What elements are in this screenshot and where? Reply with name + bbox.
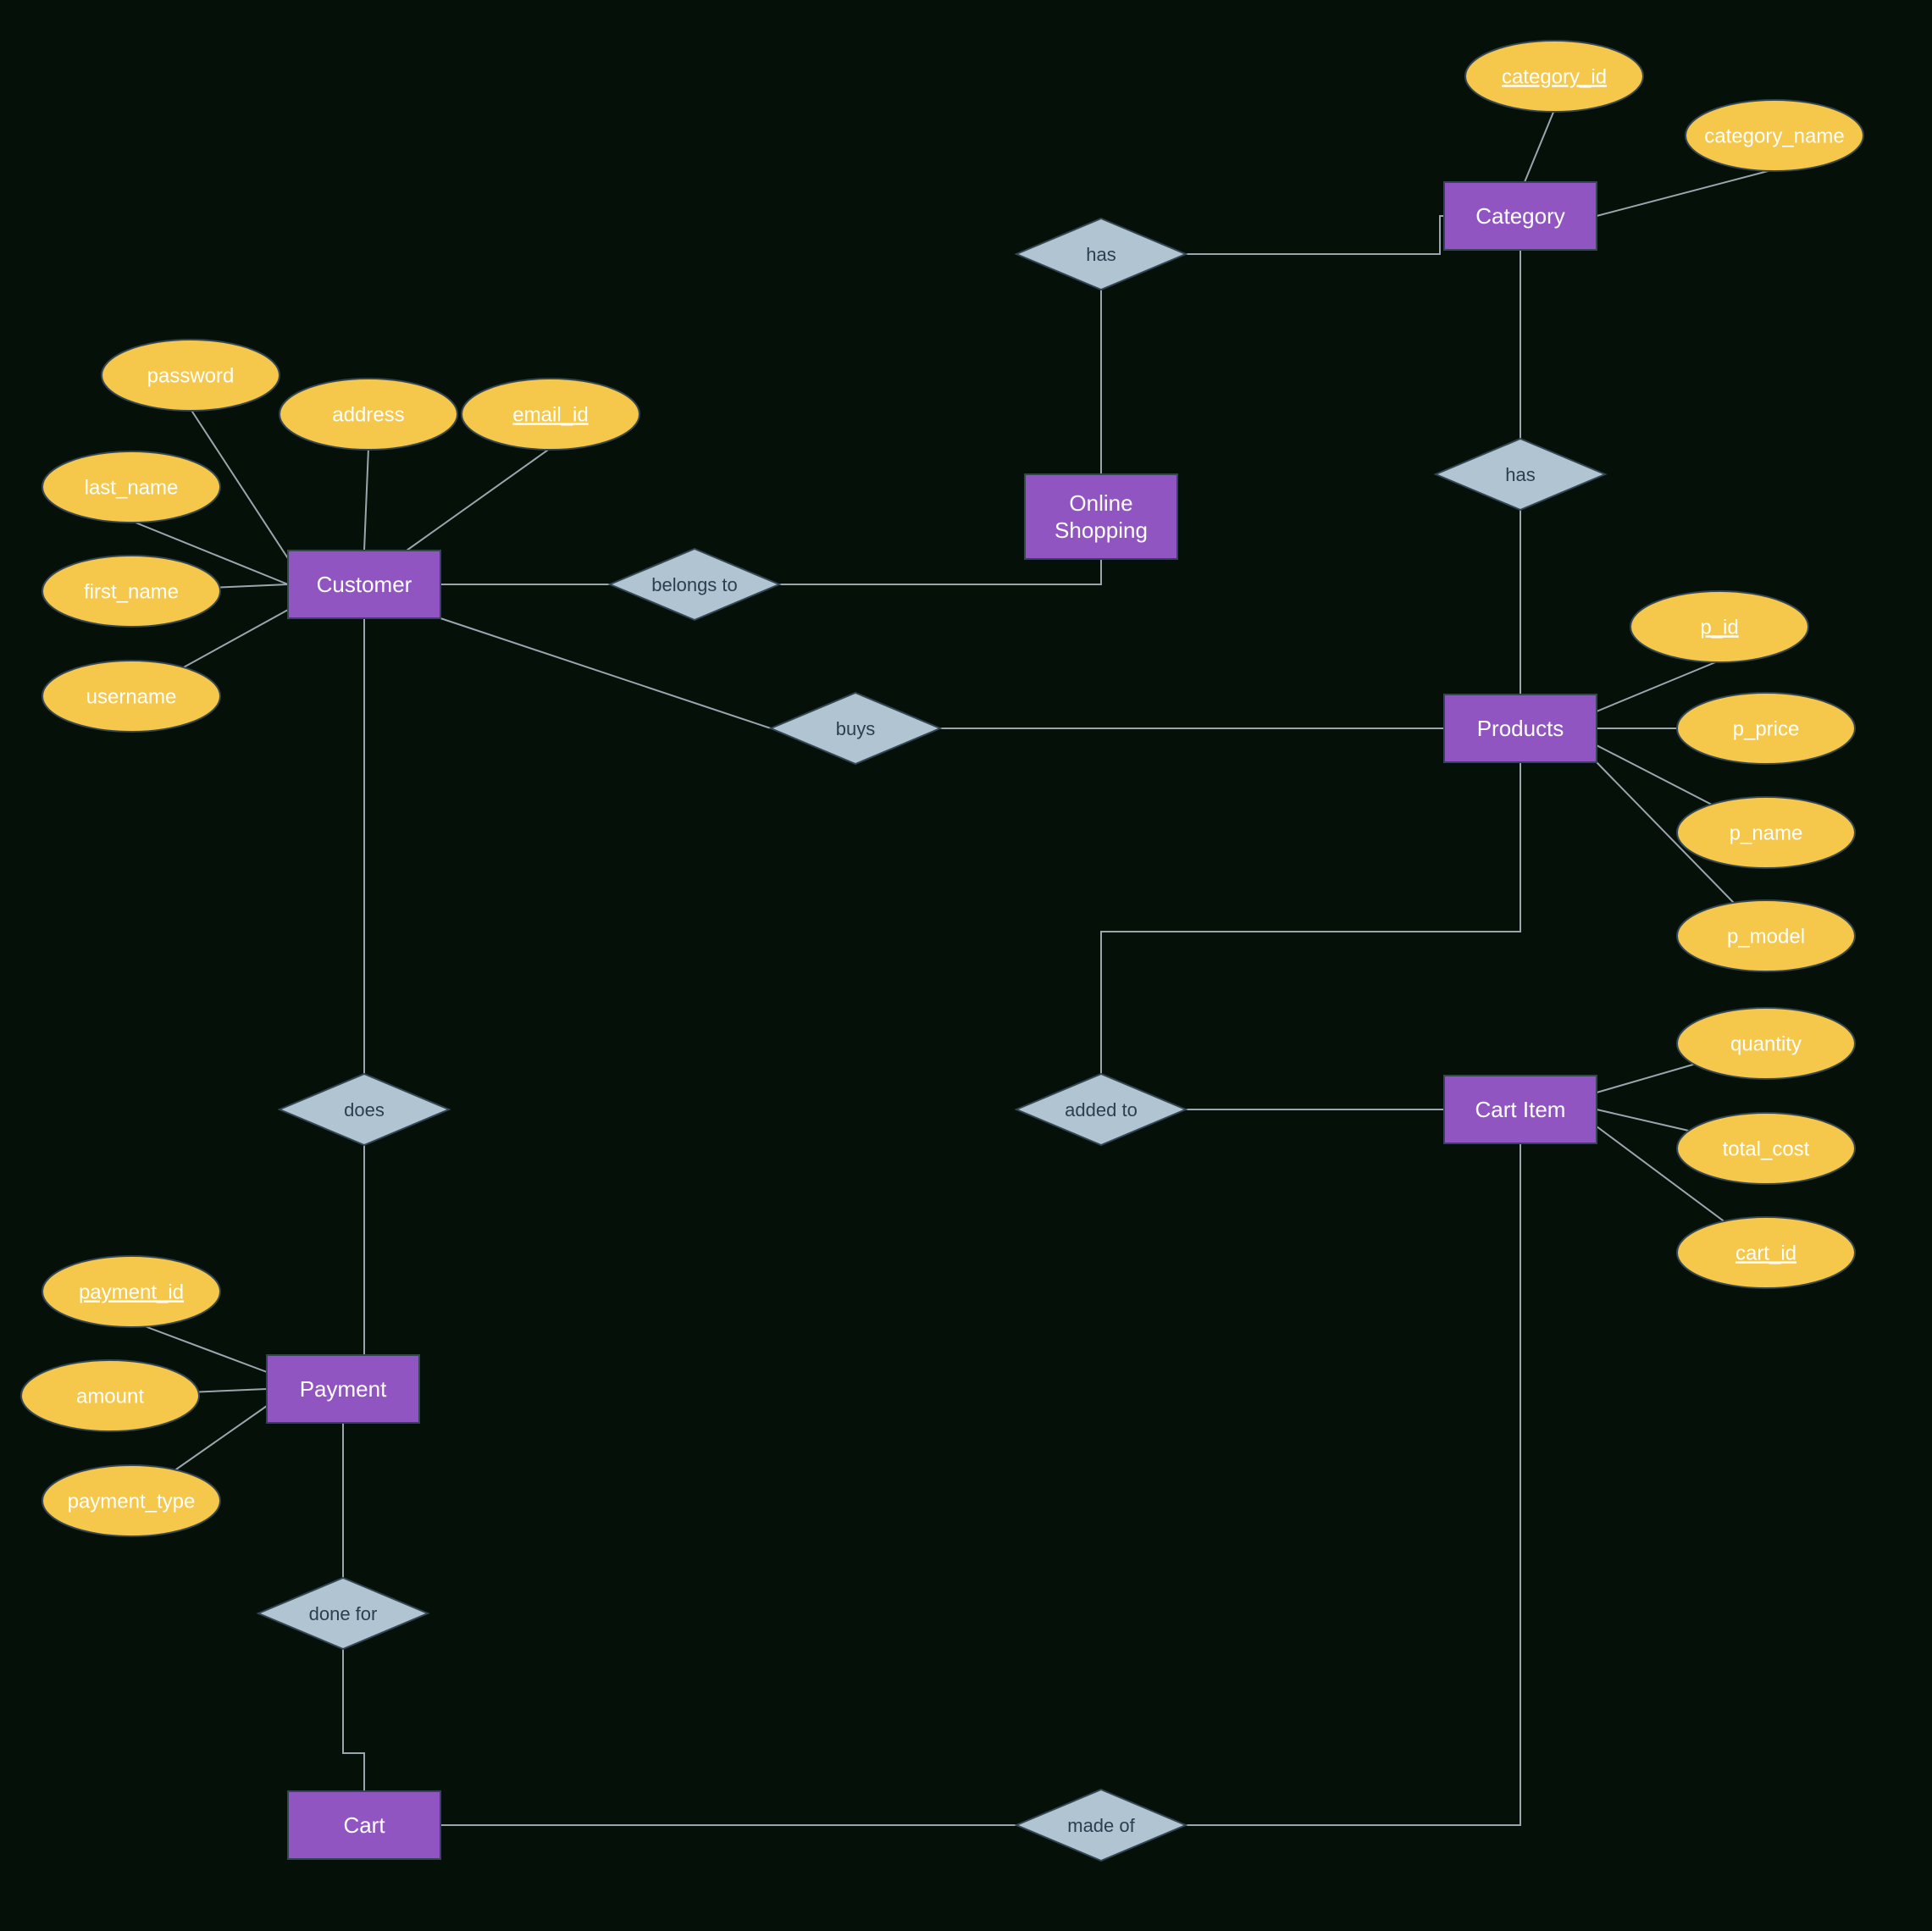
attribute-payment_type: payment_type [42, 1465, 220, 1536]
relationship-buys: buys [771, 693, 940, 764]
svg-text:category_id: category_id [1502, 65, 1607, 88]
edge-layer [343, 216, 1520, 1825]
svg-text:Products: Products [1477, 716, 1564, 741]
attribute-amount: amount [21, 1360, 199, 1431]
attribute-last_name: last_name [42, 451, 220, 523]
attribute-p_id: p_id [1630, 591, 1808, 662]
attr-edge-customer [407, 448, 551, 551]
svg-text:Cart Item: Cart Item [1475, 1097, 1566, 1122]
svg-text:first_name: first_name [84, 580, 179, 603]
svg-text:has: has [1086, 244, 1115, 265]
svg-text:has: has [1505, 464, 1535, 485]
svg-text:done for: done for [309, 1603, 378, 1624]
svg-text:p_name: p_name [1730, 822, 1803, 844]
entity-online_shopping: OnlineShopping [1025, 474, 1177, 559]
relationship-belongs_to: belongs to [610, 549, 779, 620]
relationship-made_of: made of [1016, 1790, 1186, 1861]
er-diagram: password address email_id last_name first_na… [0, 0, 1932, 1931]
svg-text:made of: made of [1067, 1815, 1135, 1836]
attribute-layer: password address email_id last_name first_na… [21, 41, 1863, 1536]
svg-text:cart_id: cart_id [1735, 1242, 1796, 1264]
svg-text:Payment: Payment [300, 1376, 387, 1402]
attr-edge-category [1597, 169, 1774, 216]
svg-text:p_model: p_model [1727, 925, 1805, 948]
attribute-p_price: p_price [1677, 693, 1855, 764]
attribute-email_id: email_id [462, 379, 639, 450]
svg-text:Customer: Customer [317, 572, 412, 597]
attribute-first_name: first_name [42, 556, 220, 627]
svg-text:belongs to: belongs to [651, 574, 738, 595]
attr-edge-customer [364, 448, 368, 551]
relationship-layer: belongs to has has buys does added to done for… [258, 219, 1605, 1861]
attribute-quantity: quantity [1677, 1008, 1855, 1079]
svg-text:last_name: last_name [85, 476, 179, 499]
svg-text:added to: added to [1065, 1099, 1138, 1120]
svg-text:password: password [147, 364, 235, 387]
svg-text:payment_type: payment_type [68, 1490, 196, 1513]
svg-text:does: does [344, 1099, 385, 1120]
svg-text:username: username [86, 685, 177, 708]
attribute-total_cost: total_cost [1677, 1113, 1855, 1184]
attr-edge-category [1525, 110, 1554, 182]
attribute-category_id: category_id [1465, 41, 1643, 112]
attribute-category_name: category_name [1686, 100, 1863, 171]
attribute-cart_id: cart_id [1677, 1217, 1855, 1288]
edge-has_top-category [1186, 216, 1444, 254]
svg-text:payment_id: payment_id [79, 1281, 184, 1303]
svg-text:address: address [332, 403, 404, 426]
svg-text:amount: amount [76, 1385, 144, 1408]
relationship-added_to: added to [1016, 1074, 1186, 1145]
edge-made_of-cart_item [1186, 1143, 1520, 1825]
entity-category: Category [1444, 182, 1597, 250]
edge-belongs_to-online_shopping [779, 559, 1101, 584]
svg-text:total_cost: total_cost [1723, 1137, 1810, 1160]
svg-text:p_id: p_id [1700, 616, 1738, 639]
attribute-p_name: p_name [1677, 797, 1855, 868]
attribute-password: password [102, 340, 280, 411]
relationship-does: does [280, 1074, 449, 1145]
attr-edge-layer [110, 110, 1774, 1501]
entity-customer: Customer [288, 551, 440, 618]
edge-products-added_to [1101, 762, 1520, 1076]
svg-text:Category: Category [1475, 203, 1565, 229]
svg-text:Online: Online [1069, 490, 1132, 516]
attribute-username: username [42, 661, 220, 732]
svg-text:Shopping: Shopping [1055, 517, 1148, 543]
entity-layer: Customer OnlineShopping Category Products Ca… [267, 182, 1597, 1859]
relationship-has_top: has [1016, 219, 1186, 290]
svg-text:buys: buys [836, 718, 875, 739]
svg-text:Cart: Cart [343, 1812, 385, 1838]
svg-text:p_price: p_price [1733, 717, 1800, 740]
entity-cart_item: Cart Item [1444, 1076, 1597, 1143]
attribute-p_model: p_model [1677, 900, 1855, 971]
svg-text:email_id: email_id [512, 403, 588, 426]
svg-text:quantity: quantity [1730, 1032, 1802, 1055]
entity-payment: Payment [267, 1355, 419, 1423]
attribute-payment_id: payment_id [42, 1256, 220, 1327]
entity-cart: Cart [288, 1791, 440, 1859]
edge-customer-buys [440, 618, 771, 728]
edge-does-payment [343, 1143, 364, 1355]
relationship-done_for: done for [258, 1578, 428, 1649]
entity-products: Products [1444, 694, 1597, 762]
svg-text:category_name: category_name [1704, 124, 1844, 147]
relationship-has_right: has [1436, 439, 1605, 510]
attribute-address: address [280, 379, 457, 450]
edge-done_for-cart [343, 1647, 364, 1791]
